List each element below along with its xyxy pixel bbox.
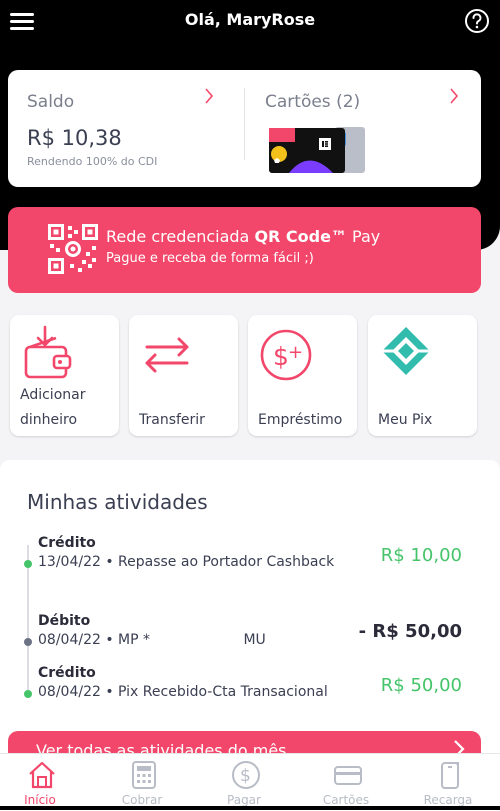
nav-pagar[interactable]: $ Pagar <box>194 754 294 811</box>
loan-button[interactable]: $ + Empréstimo <box>248 315 357 436</box>
transfer-label: Transferir <box>139 412 205 428</box>
debit-dot <box>24 638 32 646</box>
loan-dollar-icon: $ + <box>260 329 312 381</box>
balance-amount: R$ 10,38 <box>27 126 122 150</box>
activity-type: Débito <box>38 613 91 629</box>
pix-button[interactable]: Meu Pix <box>368 315 477 436</box>
nav-label: Início <box>24 793 56 807</box>
transfer-arrows-icon <box>145 337 189 373</box>
activity-item[interactable]: Débito 08/04/22 • MP * MU - R$ 50,00 <box>0 613 500 661</box>
activity-type: Crédito <box>38 535 96 551</box>
svg-text:+: + <box>288 342 303 363</box>
add-money-label-2: dinheiro <box>20 412 78 428</box>
transfer-button[interactable]: Transferir <box>129 315 238 436</box>
activity-desc: 08/04/22 • MP * MU <box>38 632 266 648</box>
activity-item[interactable]: Crédito 13/04/22 • Repasse ao Portador C… <box>0 535 500 583</box>
nav-label: Recarga <box>423 793 473 807</box>
balance-label: Saldo <box>27 92 75 112</box>
pix-label: Meu Pix <box>378 412 433 428</box>
svg-text:$: $ <box>273 342 289 371</box>
system-nav-bar <box>0 806 500 810</box>
activity-amount: - R$ 50,00 <box>358 621 462 642</box>
nav-recarga[interactable]: Recarga <box>398 754 498 811</box>
cards-section[interactable]: Cartões (2) <box>245 70 481 187</box>
qr-code-pay-banner[interactable]: Rede credenciada QR Code™ Pay Pague e re… <box>8 207 481 293</box>
nav-label: Cartões <box>322 793 370 807</box>
greeting-title: Olá, MaryRose <box>184 10 316 29</box>
help-icon[interactable] <box>464 8 490 34</box>
add-money-button[interactable]: Adicionar dinheiro <box>10 315 119 436</box>
activity-amount: R$ 50,00 <box>380 675 462 696</box>
calculator-icon <box>132 761 156 789</box>
chevron-right-icon <box>450 88 459 104</box>
activity-desc: 13/04/22 • Repasse ao Portador Cashback <box>38 554 335 570</box>
wallet-add-icon <box>24 325 72 379</box>
balance-card: Saldo R$ 10,38 Rendendo 100% do CDI Cart… <box>8 70 481 187</box>
nav-cartoes[interactable]: Cartões <box>296 754 396 811</box>
cards-label: Cartões (2) <box>265 92 361 112</box>
pix-icon <box>382 327 430 375</box>
balance-note: Rendendo 100% do CDI <box>27 155 158 168</box>
card-icon <box>334 766 362 785</box>
qr-banner-title: Rede credenciada QR Code™ Pay <box>106 227 381 246</box>
nav-label: Pagar <box>227 793 261 807</box>
activity-type: Crédito <box>38 665 96 681</box>
activities-panel: Minhas atividades Crédito 13/04/22 • Rep… <box>0 460 500 760</box>
nav-inicio[interactable]: Início <box>0 754 90 811</box>
balance-section[interactable]: Saldo R$ 10,38 Rendendo 100% do CDI <box>8 70 244 187</box>
nav-cobrar[interactable]: Cobrar <box>92 754 192 811</box>
activity-amount: R$ 10,00 <box>380 545 462 566</box>
credit-dot <box>24 690 32 698</box>
activities-title: Minhas atividades <box>27 490 208 514</box>
activity-desc: 08/04/22 • Pix Recebido-Cta Transacional <box>38 684 328 700</box>
dollar-circle-icon: $ <box>232 761 260 789</box>
chevron-right-icon <box>205 88 214 104</box>
cards-thumbnail <box>269 127 365 173</box>
svg-text:$: $ <box>240 766 251 786</box>
qr-code-icon <box>48 224 98 274</box>
loan-label: Empréstimo <box>258 412 343 428</box>
phone-recharge-icon <box>441 762 459 789</box>
activity-item[interactable]: Crédito 08/04/22 • Pix Recebido-Cta Tran… <box>0 665 500 713</box>
qr-banner-subtitle: Pague e receba de forma fácil ;) <box>106 251 314 266</box>
credit-dot <box>24 560 32 568</box>
add-money-label-1: Adicionar <box>20 387 86 403</box>
bottom-navigation: Início Cobrar $ Pagar Cartões Recarga <box>0 753 500 811</box>
home-icon <box>29 761 55 789</box>
nav-label: Cobrar <box>121 793 163 807</box>
app-header: Olá, MaryRose <box>0 0 500 44</box>
